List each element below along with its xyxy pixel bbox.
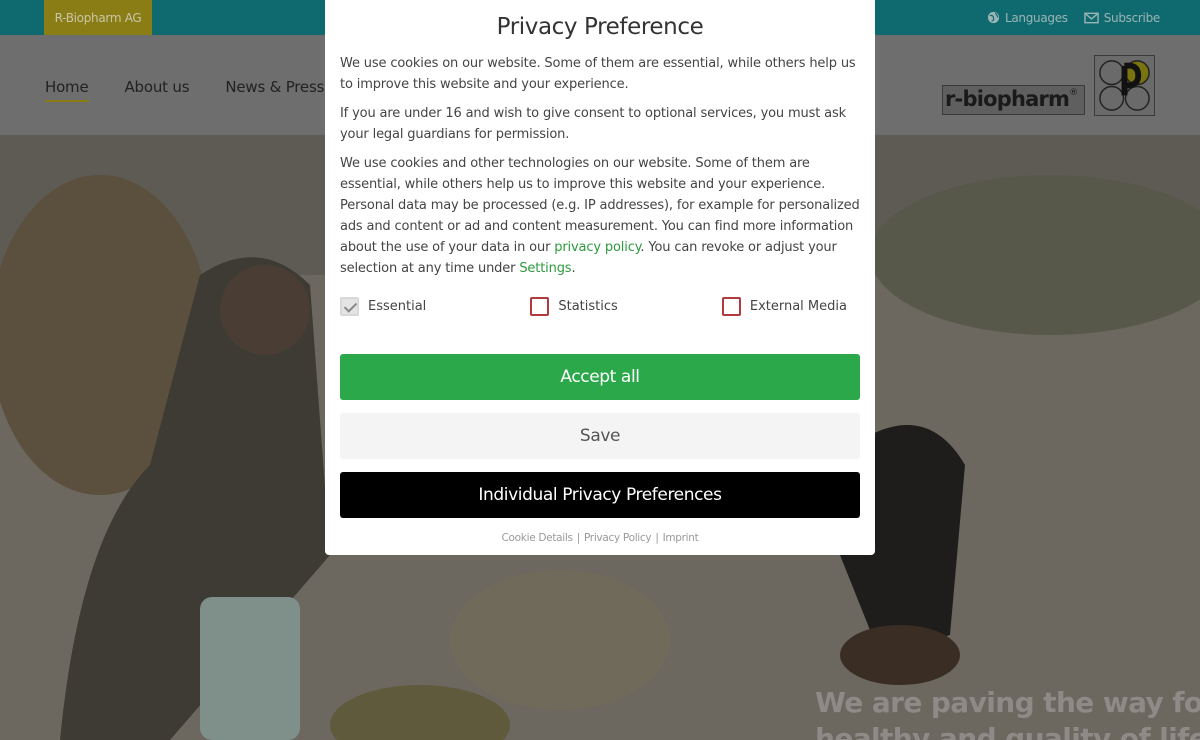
modal-paragraph-3: We use cookies and other technologies on…: [340, 153, 860, 279]
modal-paragraph-2: If you are under 16 and wish to give con…: [340, 106, 846, 142]
cookie-details-link[interactable]: Cookie Details: [502, 532, 573, 544]
individual-privacy-preferences-button[interactable]: Individual Privacy Preferences: [340, 472, 860, 518]
footer-separator: |: [655, 532, 659, 544]
footer-privacy-policy-link[interactable]: Privacy Policy: [584, 532, 652, 544]
essential-checkbox[interactable]: [340, 296, 359, 316]
consent-statistics[interactable]: Statistics: [530, 296, 618, 316]
save-button[interactable]: Save: [340, 413, 860, 459]
consent-external-media[interactable]: External Media: [721, 296, 847, 316]
essential-label: Essential: [368, 298, 427, 314]
consent-essential[interactable]: Essential: [340, 296, 426, 316]
statistics-checkbox[interactable]: [530, 296, 550, 316]
settings-link[interactable]: Settings: [519, 261, 571, 276]
privacy-policy-link[interactable]: privacy policy: [554, 240, 640, 255]
modal-title: Privacy Preference: [496, 14, 704, 40]
imprint-link[interactable]: Imprint: [663, 532, 699, 544]
modal-footer: Cookie Details | Privacy Policy | Imprint: [340, 532, 860, 544]
external-media-checkbox[interactable]: [721, 296, 741, 316]
statistics-label: Statistics: [558, 298, 618, 314]
paragraph-3-text-c: .: [571, 261, 576, 276]
privacy-modal: Privacy Preference We use cookies on our…: [325, 0, 875, 555]
external-media-label: External Media: [749, 298, 847, 314]
modal-paragraph-1: We use cookies on our website. Some of t…: [340, 56, 856, 92]
consent-options: Essential Statistics External Media: [340, 296, 860, 316]
footer-separator: |: [576, 532, 581, 544]
accept-all-button[interactable]: Accept all: [340, 354, 860, 400]
